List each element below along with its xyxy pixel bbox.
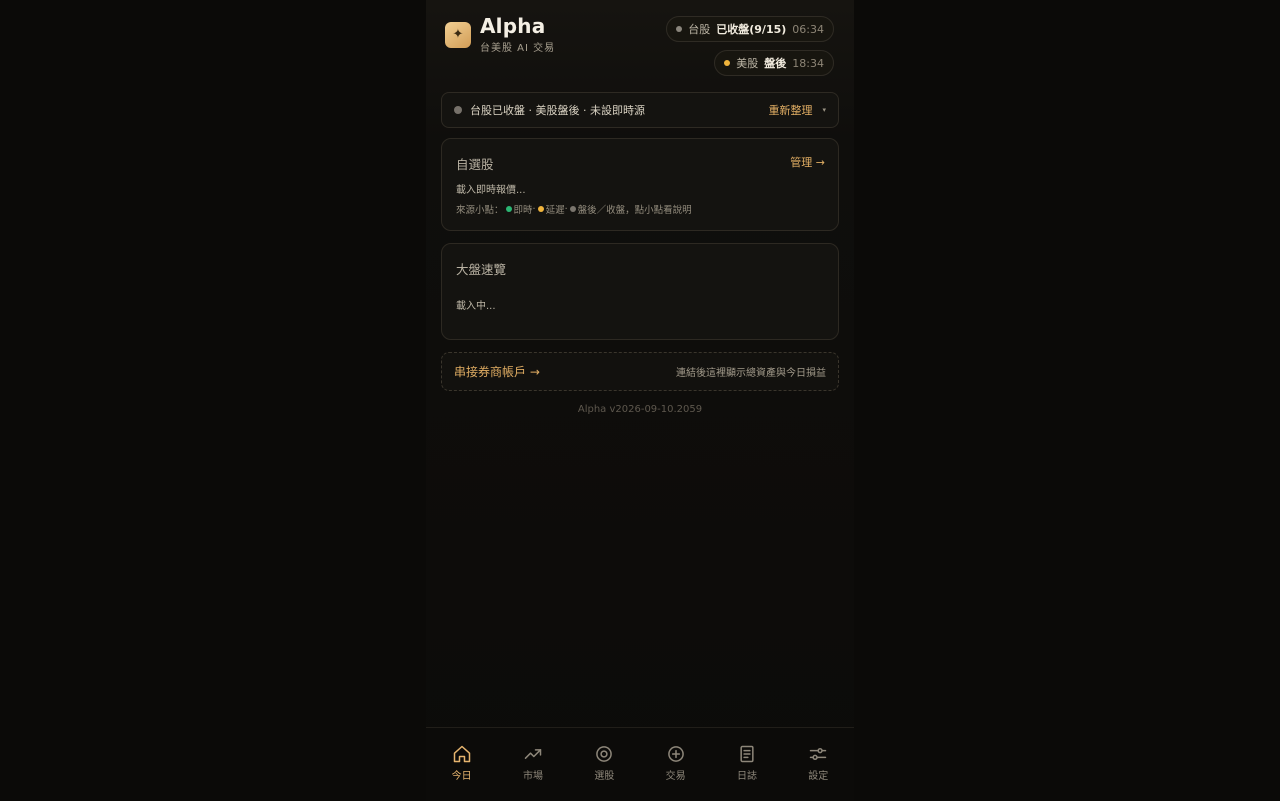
watchlist-loading-text: 載入即時報價... <box>456 185 526 196</box>
tab-today[interactable]: 今日 <box>426 728 497 801</box>
connect-broker-hint: 連結後這裡顯示總資產與今日損益 <box>676 368 826 379</box>
legend-separator: · <box>532 203 536 215</box>
journal-icon <box>740 745 754 763</box>
target-icon <box>596 746 613 762</box>
trending-up-icon <box>524 749 542 759</box>
connect-broker-banner[interactable]: 串接券商帳戶 → 連結後這裡顯示總資產與今日損益 <box>441 352 839 391</box>
realtime-dot-icon[interactable] <box>505 206 512 212</box>
market-time: 18:34 <box>792 56 824 70</box>
app-screen: ✦ Alpha 台美股 AI 交易 台股 已收盤(9/15) 06:34 美股 … <box>426 0 854 801</box>
status-dot-icon <box>724 60 731 66</box>
market-name: 美股 <box>736 57 759 70</box>
status-text: 台股已收盤 · 美股盤後 · 未設即時源 <box>470 104 645 117</box>
tab-label: 今日 <box>451 771 472 782</box>
legend-separator: · <box>564 203 568 215</box>
tab-market[interactable]: 市場 <box>497 728 568 801</box>
app-title: Alpha <box>480 14 546 38</box>
tab-settings[interactable]: 設定 <box>783 728 854 801</box>
legend-delayed: 延遲 <box>545 205 565 216</box>
manage-watchlist-link[interactable]: 管理 → <box>790 154 825 170</box>
market-overview-card: 大盤速覽 載入中... <box>441 243 839 340</box>
status-dot-icon <box>454 106 462 114</box>
data-source-status-bar[interactable]: 台股已收盤 · 美股盤後 · 未設即時源 重新整理 ▾ <box>441 92 839 128</box>
tab-journal[interactable]: 日誌 <box>711 728 782 801</box>
tw-market-status-pill[interactable]: 台股 已收盤(9/15) 06:34 <box>666 16 834 42</box>
connect-broker-link[interactable]: 串接券商帳戶 → <box>454 363 540 380</box>
tab-trade[interactable]: 交易 <box>640 728 711 801</box>
legend-prefix: 來源小點： <box>456 205 504 216</box>
closed-dot-icon[interactable] <box>569 206 576 212</box>
market-overview-title: 大盤速覽 <box>456 262 507 277</box>
refresh-button[interactable]: 重新整理 <box>768 102 812 118</box>
tab-label: 選股 <box>594 771 615 782</box>
market-status: 盤後 <box>764 57 787 70</box>
delayed-dot-icon[interactable] <box>537 206 544 212</box>
watchlist-card: 自選股 管理 → 載入即時報價... 來源小點： 即時 · 延遲 · 盤後／收盤… <box>441 138 839 231</box>
market-status: 已收盤(9/15) <box>716 23 787 36</box>
legend-realtime: 即時 <box>513 205 533 216</box>
tab-label: 交易 <box>665 771 686 782</box>
watchlist-title: 自選股 <box>456 157 494 172</box>
app-version: Alpha v2026-09-10.2059 <box>577 404 703 415</box>
tab-label: 市場 <box>522 771 543 782</box>
legend-closed: 盤後／收盤，點小點看說明 <box>577 205 692 216</box>
chevron-down-icon[interactable]: ▾ <box>822 106 826 114</box>
app-subtitle: 台美股 AI 交易 <box>480 43 556 54</box>
tab-screener[interactable]: 選股 <box>569 728 640 801</box>
app-logo-icon: ✦ <box>445 22 471 48</box>
us-market-status-pill[interactable]: 美股 盤後 18:34 <box>714 50 834 76</box>
sliders-icon <box>810 747 827 760</box>
market-name: 台股 <box>688 23 711 36</box>
source-dot-legend: 來源小點： 即時 · 延遲 · 盤後／收盤，點小點看說明 <box>456 202 692 217</box>
market-time: 06:34 <box>792 22 824 36</box>
tab-label: 日誌 <box>736 771 757 782</box>
status-dot-icon <box>676 26 683 32</box>
market-overview-loading-text: 載入中... <box>456 301 496 312</box>
tab-label: 設定 <box>808 771 829 782</box>
home-icon <box>453 745 470 763</box>
plus-circle-icon <box>667 746 684 762</box>
bottom-tab-bar: 今日 市場 選股 交易 日誌 設定 <box>426 727 854 801</box>
